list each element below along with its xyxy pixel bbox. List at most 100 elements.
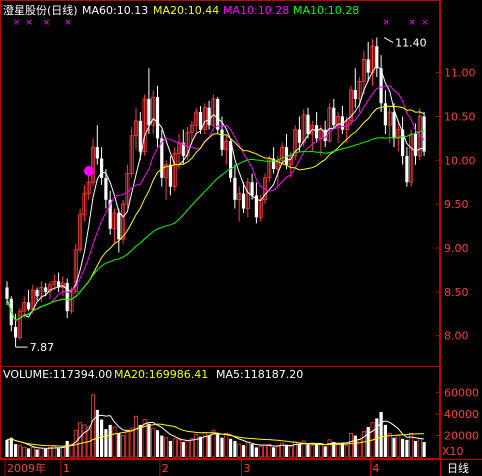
candle-body (297, 129, 301, 143)
candle-body (65, 283, 69, 312)
volume-bar (147, 423, 151, 457)
volume-bar (164, 437, 169, 458)
candle-body (100, 158, 104, 178)
volume-bar (344, 444, 349, 458)
date-tick-label: 3 (244, 462, 251, 475)
volume-bar (245, 441, 250, 458)
volume-bar (172, 438, 177, 458)
volume-bar (401, 438, 405, 457)
date-tick-label: 1 (63, 462, 70, 475)
high-marker-line (383, 37, 394, 43)
volume-bar (189, 438, 194, 458)
volume-bar (323, 446, 327, 457)
volume-bar (160, 435, 164, 457)
price-axis: 8.00 8.50 9.00 9.50 10.00 10.50 11.00 (436, 67, 476, 343)
volume-bar (91, 394, 96, 458)
volume-bar (168, 440, 172, 457)
volume-bar (73, 429, 78, 458)
candle-body (5, 287, 9, 299)
candlestick-series (5, 37, 426, 348)
volume-bar (353, 435, 357, 457)
price-tick-label: 10.00 (444, 154, 476, 167)
volume-bar (220, 437, 224, 457)
ma10-line (6, 85, 425, 322)
date-tick-label: 4 (373, 462, 380, 475)
candle-body (155, 97, 160, 139)
volume-bar (125, 430, 130, 458)
candle-body (392, 112, 396, 139)
volume-bar (57, 448, 61, 457)
volume-bar (361, 430, 366, 458)
volume-bar (207, 435, 211, 457)
top-event-marker: × (26, 18, 34, 28)
period-label[interactable]: 日线 (447, 461, 469, 475)
top-event-marker: × (382, 18, 390, 28)
volume-bar (348, 433, 353, 458)
candle-body (315, 125, 319, 139)
volume-ma20-line (6, 423, 425, 447)
volume-bar (417, 438, 422, 458)
ma5-line (6, 64, 425, 322)
candle-body (250, 182, 254, 196)
volume-bar (185, 440, 190, 458)
price-tick-label: 10.50 (444, 110, 476, 123)
candle-body (117, 212, 121, 240)
top-event-marker: × (13, 18, 21, 28)
volume-bar (198, 436, 203, 457)
volume-bar (44, 448, 48, 457)
candle-body (14, 326, 18, 338)
volume-bar (60, 446, 65, 458)
volume-bar (387, 433, 392, 458)
candle-body (35, 290, 39, 297)
candle-body (220, 129, 224, 150)
volume-bar (14, 444, 18, 457)
volume-bar (315, 443, 319, 457)
multiplier-label: X10 (442, 445, 464, 458)
volume-bar (284, 445, 289, 457)
volume-bar (22, 446, 27, 458)
volume-bar (129, 427, 134, 458)
volume-bar (138, 424, 142, 457)
volume-bar (422, 442, 426, 457)
candle-body (147, 98, 151, 126)
volume-bar (366, 427, 370, 457)
signal-marker (84, 166, 94, 176)
volume-bar (176, 439, 181, 458)
volume-bar (100, 419, 104, 457)
volume-bar (297, 444, 301, 457)
volume-bar (250, 444, 254, 457)
candle-body (233, 177, 237, 200)
volume-bar (392, 437, 396, 457)
volume-bar (336, 443, 341, 458)
volume-bar (117, 433, 121, 457)
volume-bar (181, 442, 185, 457)
candle-body (306, 114, 310, 134)
volume-tick-label: 60000 (444, 387, 479, 400)
volume-bar (35, 449, 39, 457)
volume-bar (151, 427, 156, 458)
stock-title: 澄星股份(日线) (3, 3, 78, 17)
volume-bar (379, 412, 383, 457)
top-event-marker: × (64, 18, 72, 28)
volume-bar (340, 443, 344, 457)
volume-bar (17, 444, 22, 458)
low-price-label: 7.87 (30, 341, 54, 354)
volume-bar (82, 424, 87, 458)
volume-axis: 60000 40000 20000 (436, 387, 479, 443)
volume-bar (272, 447, 276, 457)
volume-bar (112, 426, 117, 458)
volume-bar (258, 445, 263, 458)
volume-ma5-label: MA5:118187.20 (216, 368, 303, 381)
price-tick-label: 9.00 (444, 242, 469, 255)
top-event-marker: × (408, 18, 416, 28)
volume-bar (155, 430, 160, 457)
volume-bar (224, 433, 229, 458)
volume-bar (310, 444, 315, 458)
volume-bar (9, 437, 13, 457)
volume-bar (237, 443, 242, 458)
price-panel-frame (0, 0, 440, 367)
stock-chart[interactable]: 8.00 8.50 9.00 9.50 10.00 10.50 11.00 60000 400… (0, 0, 482, 476)
candle-body (422, 116, 426, 152)
volume-bar (229, 438, 233, 457)
volume-bar (413, 440, 418, 457)
